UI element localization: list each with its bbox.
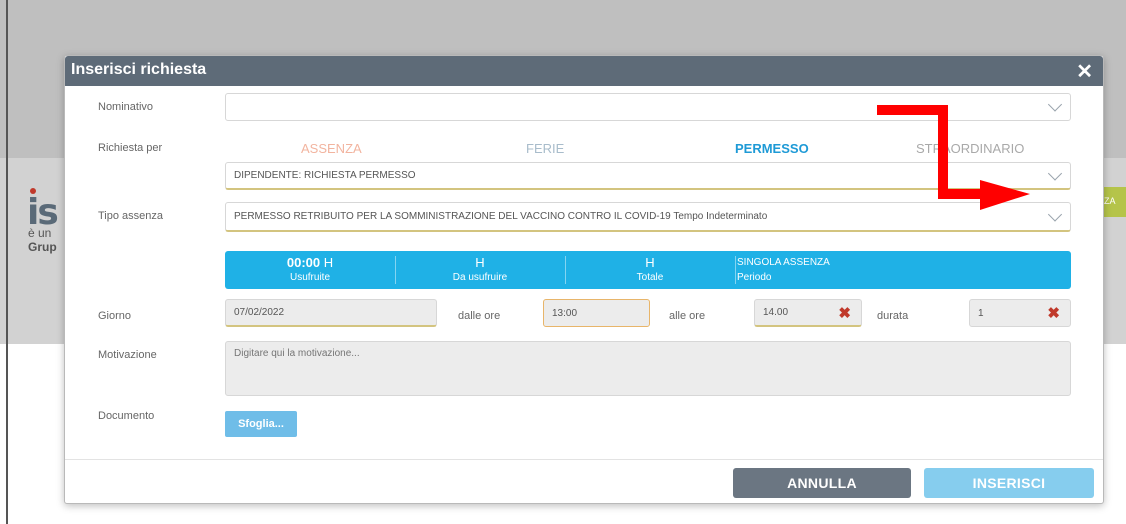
clear-icon[interactable]: ✖ [1047, 304, 1060, 322]
giorno-value: 07/02/2022 [234, 307, 285, 318]
tipo-assenza-label: Tipo assenza [98, 210, 164, 222]
alle-ore-label: alle ore [669, 310, 706, 322]
close-icon[interactable]: ✕ [1076, 59, 1093, 84]
dalle-ore-value: 13:00 [552, 307, 578, 319]
insert-button[interactable]: INSERISCI [924, 468, 1094, 498]
request-subtype-value: DIPENDENTE: RICHIESTA PERMESSO [234, 170, 416, 181]
cancel-button[interactable]: ANNULLA [733, 468, 911, 498]
usufruite-value: 00:00 [286, 255, 321, 270]
tipo-assenza-value: PERMESSO RETRIBUITO PER LA SOMMINISTRAZI… [234, 211, 768, 222]
option-permesso[interactable]: PERMESSO [735, 141, 809, 156]
richiesta-per-label: Richiesta per [98, 142, 163, 154]
dalle-ore-input[interactable]: 13:00 [543, 299, 650, 327]
periodo-label: Periodo [737, 272, 772, 283]
browse-button[interactable]: Sfoglia... [225, 411, 297, 437]
insert-request-dialog: Inserisci richiesta ✕ Nominativo Richies… [64, 55, 1104, 504]
option-assenza[interactable]: ASSENZA [301, 141, 362, 156]
motivazione-label: Motivazione [98, 349, 157, 361]
clear-icon[interactable]: ✖ [838, 304, 851, 322]
request-subtype-select[interactable]: DIPENDENTE: RICHIESTA PERMESSO [225, 162, 1071, 190]
usufruite-label: Usufruite [289, 272, 330, 283]
tipo-assenza-select[interactable]: PERMESSO RETRIBUITO PER LA SOMMINISTRAZI… [225, 202, 1071, 232]
option-straordinario[interactable]: STRAORDINARIO [916, 141, 1024, 156]
option-ferie[interactable]: FERIE [526, 141, 564, 156]
totale-unit: H [645, 255, 655, 270]
giorno-label: Giorno [98, 310, 132, 322]
summary-da-usufruire: H Da usufruire [395, 251, 565, 289]
da-usufruire-unit: H [475, 255, 485, 270]
alle-ore-input[interactable]: 14.00 ✖ [754, 299, 862, 327]
background-border [6, 0, 8, 524]
da-usufruire-label: Da usufruire [452, 272, 508, 283]
nominativo-label: Nominativo [98, 101, 154, 113]
hours-summary-bar: 00:00 H Usufruite H Da usufruire H Total… [225, 251, 1071, 289]
alle-ore-value: 14.00 [763, 307, 789, 318]
chevron-down-icon [1047, 97, 1063, 112]
footer-divider [65, 459, 1103, 460]
documento-label: Documento [98, 410, 155, 422]
summary-totale: H Totale [565, 251, 735, 289]
dalle-ore-label: dalle ore [458, 310, 501, 322]
durata-input[interactable]: 1 ✖ [969, 299, 1071, 327]
durata-label: durata [877, 310, 909, 322]
motivazione-textarea[interactable] [225, 341, 1071, 396]
nominativo-select[interactable] [225, 93, 1071, 121]
background-text: è un [28, 226, 52, 240]
summary-singola-assenza: SINGOLA ASSENZA Periodo [737, 251, 937, 289]
giorno-input[interactable]: 07/02/2022 [225, 299, 437, 327]
durata-value: 1 [978, 307, 984, 319]
chevron-down-icon [1047, 206, 1063, 222]
totale-label: Totale [636, 272, 664, 283]
singola-assenza-label: SINGOLA ASSENZA [737, 257, 830, 268]
usufruite-unit: H [323, 255, 334, 270]
chevron-down-icon [1047, 165, 1063, 181]
dialog-title: Inserisci richiesta [71, 61, 207, 78]
summary-usufruite: 00:00 H Usufruite [225, 251, 395, 289]
dialog-header: Inserisci richiesta ✕ [65, 56, 1103, 86]
summary-divider [735, 256, 736, 284]
background-text-bold: Grup [28, 240, 57, 254]
